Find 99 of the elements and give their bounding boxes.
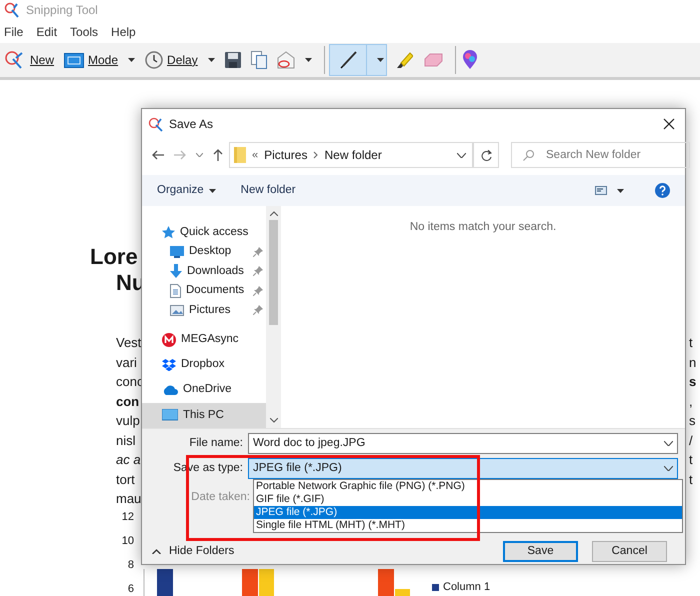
axis-tick-label: 12 — [122, 510, 134, 524]
caret-icon[interactable] — [664, 441, 673, 446]
pin-icon — [253, 286, 263, 296]
back-arrow-icon[interactable] — [152, 150, 164, 160]
command-button[interactable]: New folder — [240, 182, 296, 200]
rectangle-icon[interactable] — [64, 52, 84, 68]
scrollbar[interactable] — [266, 206, 281, 428]
dropdown-option[interactable]: Portable Network Graphic file (PNG) (*.PNG) — [254, 480, 682, 493]
nav-item[interactable]: Quick access — [142, 223, 266, 242]
dialog-button[interactable]: Cancel — [592, 541, 667, 562]
menu-item[interactable]: Edit — [36, 23, 58, 41]
dialog-button[interactable]: Save — [503, 541, 578, 562]
dropdown-option[interactable]: GIF file (*.GIF) — [254, 493, 682, 506]
text-fragment: nisl — [116, 432, 137, 450]
text-fragment: , — [689, 394, 693, 408]
text-fragment: t — [689, 472, 693, 486]
document-icon — [170, 284, 181, 298]
nav-item[interactable]: This PC — [142, 402, 266, 428]
nav-item[interactable]: Documents — [142, 281, 266, 301]
axis-tick-label: 10 — [122, 534, 134, 548]
legend-label: Column 1 — [443, 580, 490, 595]
empty-message: No items match your search. — [410, 220, 556, 233]
text-fragment: n — [689, 354, 696, 370]
clock-icon[interactable] — [145, 51, 164, 69]
dropdown-option[interactable]: JPEG file (*.JPG) — [254, 506, 682, 519]
caret-icon[interactable] — [617, 188, 624, 192]
mega-logo-icon — [162, 332, 176, 347]
caret-icon — [152, 549, 161, 554]
menu-item[interactable]: File — [4, 23, 24, 41]
text-fragment: ac a — [116, 451, 142, 469]
nav-item[interactable]: Dropbox — [142, 352, 266, 378]
up-arrow-icon[interactable] — [213, 149, 223, 161]
pin-icon — [253, 266, 263, 276]
text-fragment: s — [689, 374, 696, 389]
down-arrow-icon — [170, 264, 182, 278]
chart-bar — [242, 569, 258, 596]
monitor-icon — [170, 246, 184, 258]
text-fragment: vulp — [116, 412, 141, 430]
help-icon[interactable] — [655, 183, 670, 198]
nav-item[interactable]: Downloads — [142, 262, 266, 282]
search-icon — [523, 150, 534, 161]
text-fragment: tort — [116, 470, 136, 488]
nav-item[interactable]: MEGAsync — [142, 326, 266, 352]
refresh-button[interactable] — [473, 142, 499, 168]
nav-item[interactable]: OneDrive — [142, 377, 266, 403]
address-bar[interactable]: « Pictures New folder — [229, 142, 473, 168]
axis-tick-label: 8 — [128, 558, 134, 572]
caret-icon — [270, 211, 278, 216]
pin-icon — [253, 247, 263, 258]
field-label: File name: — [188, 436, 244, 451]
breadcrumb-overflow[interactable]: « — [252, 146, 258, 164]
pen-icon[interactable] — [340, 51, 358, 69]
file-type-dropdown[interactable]: JPEG file (*.JPG) — [248, 458, 678, 479]
monitor-icon — [162, 409, 178, 422]
text-fragment: s — [689, 413, 696, 428]
text-fragment: t — [689, 452, 693, 467]
caret-icon[interactable] — [664, 466, 673, 471]
toolbar-button[interactable] — [328, 44, 387, 76]
toolbar-button[interactable]: Mode — [62, 44, 138, 76]
close-icon[interactable] — [663, 118, 675, 130]
hide-folders-button[interactable]: Hide Folders — [152, 542, 234, 560]
toolbar-button[interactable]: New — [2, 44, 56, 76]
star-icon — [162, 226, 175, 240]
search-field[interactable]: Search New folder — [511, 142, 690, 168]
breadcrumb-item[interactable]: New folder — [324, 146, 382, 164]
nav-item[interactable]: Pictures — [142, 300, 266, 320]
file-name-field[interactable]: Word doc to jpeg.JPG — [248, 433, 678, 454]
cloud-icon — [162, 385, 178, 396]
highlighter-icon[interactable] — [394, 51, 413, 69]
refresh-icon — [480, 150, 492, 160]
menu-item[interactable]: Tools — [70, 23, 98, 41]
text-fragment: mau — [116, 490, 142, 508]
pin-icon — [253, 305, 263, 316]
nav-item[interactable]: Desktop — [142, 242, 266, 262]
picture-icon — [170, 304, 184, 316]
field-label: Date taken: — [190, 490, 251, 505]
folder-icon — [234, 147, 246, 163]
text-fragment: con — [116, 392, 140, 410]
document-heading: Lore — [90, 244, 139, 270]
caret-icon[interactable] — [457, 152, 466, 158]
text-fragment: vari — [116, 354, 138, 372]
dropbox-logo-icon — [162, 358, 176, 371]
caret-icon — [270, 418, 278, 423]
view-icon[interactable] — [595, 186, 607, 195]
dialog-title: Save As — [169, 116, 214, 133]
command-button[interactable]: Organize — [157, 182, 216, 200]
toolbar-button[interactable]: Delay — [143, 44, 217, 76]
axis-tick-label: 6 — [128, 582, 134, 596]
text-fragment: t — [689, 335, 693, 350]
text-fragment: Vest — [116, 334, 142, 352]
dropdown-option[interactable]: Single file HTML (MHT) (*.MHT) — [254, 519, 682, 532]
chevron-icon — [313, 151, 318, 159]
chart-bar — [259, 569, 274, 596]
menu-item[interactable]: Help — [111, 23, 136, 41]
breadcrumb-item[interactable]: Pictures — [264, 146, 308, 164]
copy-icon[interactable] — [250, 51, 267, 69]
window-title: Snipping Tool — [26, 2, 98, 19]
chart-bar — [157, 569, 173, 596]
text-fragment: / — [689, 432, 693, 448]
